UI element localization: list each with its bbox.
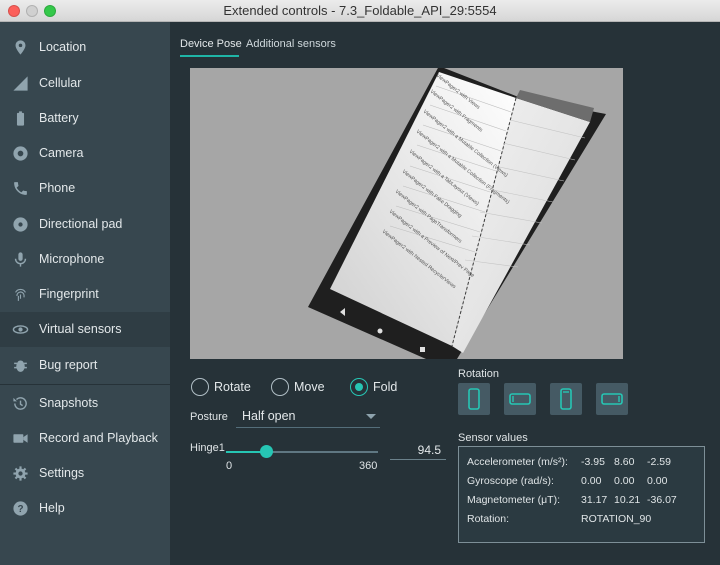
posture-dropdown[interactable]: Half open xyxy=(236,406,380,428)
sidebar-item-label: Settings xyxy=(39,466,85,480)
hinge-slider-track[interactable] xyxy=(226,451,378,453)
sidebar-item-virtual-sensors[interactable]: Virtual sensors xyxy=(0,312,170,347)
sidebar-item-label: Camera xyxy=(39,146,84,160)
magnetometer-y: 10.21 xyxy=(614,494,641,506)
rotation-reverse-landscape-button[interactable] xyxy=(596,383,628,415)
sidebar-item-label: Bug report xyxy=(39,358,98,372)
sidebar-item-microphone[interactable]: Microphone xyxy=(0,242,170,277)
window-title: Extended controls - 7.3_Foldable_API_29:… xyxy=(223,3,497,18)
foldable-device-render: ViewPager2 with Views ViewPager2 with Fr… xyxy=(308,68,606,359)
battery-icon xyxy=(16,111,25,126)
hinge-value-field[interactable]: 94.5 xyxy=(390,440,446,460)
gyroscope-z: 0.00 xyxy=(647,475,668,487)
sensor-values-label: Sensor values xyxy=(458,432,528,444)
sidebar-item-label: Battery xyxy=(39,111,79,125)
hinge-slider-thumb[interactable] xyxy=(260,445,273,458)
sidebar: Location Cellular Battery Camera Phone D… xyxy=(0,22,170,565)
rotation-landscape-button[interactable] xyxy=(504,383,536,415)
sidebar-item-snapshots[interactable]: Snapshots xyxy=(0,386,170,421)
svg-text:?: ? xyxy=(17,504,23,515)
virtual-sensors-icon xyxy=(12,325,29,334)
magnetometer-z: -36.07 xyxy=(647,494,677,506)
sidebar-divider xyxy=(0,384,170,385)
radio-circle xyxy=(350,378,368,396)
sidebar-item-location[interactable]: Location xyxy=(0,30,170,65)
video-camera-icon xyxy=(13,434,28,443)
tab-device-pose[interactable]: Device Pose xyxy=(180,38,242,50)
gear-icon xyxy=(13,466,28,481)
reverse-portrait-icon xyxy=(560,388,572,410)
radio-circle xyxy=(271,378,289,396)
dpad-icon xyxy=(13,217,28,232)
sidebar-item-label: Phone xyxy=(39,181,76,195)
microphone-icon xyxy=(14,252,27,267)
main-panel: Device Pose Additional sensors ViewPager… xyxy=(170,22,720,565)
rotation-reverse-portrait-button[interactable] xyxy=(550,383,582,415)
fingerprint-icon xyxy=(15,288,26,301)
accelerometer-z: -2.59 xyxy=(647,456,671,468)
accelerometer-y: 8.60 xyxy=(614,456,635,468)
sidebar-item-label: Snapshots xyxy=(39,396,99,410)
help-icon: ? xyxy=(13,501,28,516)
sidebar-item-label: Record and Playback xyxy=(39,431,158,445)
bug-icon xyxy=(14,360,27,372)
active-tab-indicator xyxy=(180,55,239,57)
landscape-icon xyxy=(509,393,531,405)
sidebar-item-fingerprint[interactable]: Fingerprint xyxy=(0,277,170,312)
camera-icon xyxy=(13,146,28,161)
radio-label: Fold xyxy=(373,380,398,394)
rotation-label: Rotation xyxy=(458,368,499,380)
magnetometer-x: 31.17 xyxy=(581,494,608,506)
sidebar-item-phone[interactable]: Phone xyxy=(0,171,170,206)
hinge-min-label: 0 xyxy=(226,460,233,472)
device-recents-icon xyxy=(420,347,425,352)
posture-label: Posture xyxy=(190,411,228,423)
rotation-portrait-button[interactable] xyxy=(458,383,490,415)
sidebar-item-label: Help xyxy=(39,501,65,515)
sidebar-item-settings[interactable]: Settings xyxy=(0,456,170,491)
sidebar-item-label: Virtual sensors xyxy=(39,322,122,336)
hinge-label: Hinge1 xyxy=(190,442,225,454)
accelerometer-x: -3.95 xyxy=(581,456,605,468)
sidebar-item-battery[interactable]: Battery xyxy=(0,101,170,136)
portrait-icon xyxy=(468,388,480,410)
posture-value: Half open xyxy=(242,409,296,423)
sidebar-item-help[interactable]: ? Help xyxy=(0,491,170,526)
tab-additional-sensors[interactable]: Additional sensors xyxy=(246,38,336,50)
sidebar-item-label: Fingerprint xyxy=(39,287,99,301)
reverse-landscape-icon xyxy=(601,393,623,405)
device-home-icon xyxy=(377,328,383,334)
sidebar-item-label: Location xyxy=(39,40,87,54)
history-icon xyxy=(13,397,27,410)
radio-label: Move xyxy=(294,380,325,394)
gyroscope-label: Gyroscope (rad/s): xyxy=(467,475,554,487)
device-pose-viewport[interactable]: ViewPager2 with Views ViewPager2 with Fr… xyxy=(190,68,623,359)
accelerometer-label: Accelerometer (m/s²): xyxy=(467,456,568,468)
sidebar-item-record-and-playback[interactable]: Record and Playback xyxy=(0,421,170,456)
phone-icon xyxy=(14,182,27,195)
radio-label: Rotate xyxy=(214,380,251,394)
signal-icon xyxy=(13,76,28,91)
title-bar: Extended controls - 7.3_Foldable_API_29:… xyxy=(0,0,720,22)
radio-circle xyxy=(191,378,209,396)
sidebar-item-label: Microphone xyxy=(39,252,105,266)
sidebar-item-cellular[interactable]: Cellular xyxy=(0,66,170,101)
sidebar-item-bug-report[interactable]: Bug report xyxy=(0,348,170,383)
location-pin-icon xyxy=(15,40,26,55)
hinge-value: 94.5 xyxy=(417,443,441,457)
sidebar-item-directional-pad[interactable]: Directional pad xyxy=(0,207,170,242)
sensor-values-panel: Accelerometer (m/s²): -3.95 8.60 -2.59 G… xyxy=(458,446,705,543)
gyroscope-y: 0.00 xyxy=(614,475,635,487)
gyroscope-x: 0.00 xyxy=(581,475,602,487)
sidebar-item-camera[interactable]: Camera xyxy=(0,136,170,171)
chevron-down-icon xyxy=(366,414,376,419)
hinge-max-label: 360 xyxy=(359,460,378,472)
sidebar-item-label: Directional pad xyxy=(39,217,123,231)
rotation-state-label: Rotation: xyxy=(467,513,510,525)
sidebar-item-label: Cellular xyxy=(39,76,82,90)
magnetometer-label: Magnetometer (μT): xyxy=(467,494,560,506)
rotation-state-value: ROTATION_90 xyxy=(581,513,652,525)
